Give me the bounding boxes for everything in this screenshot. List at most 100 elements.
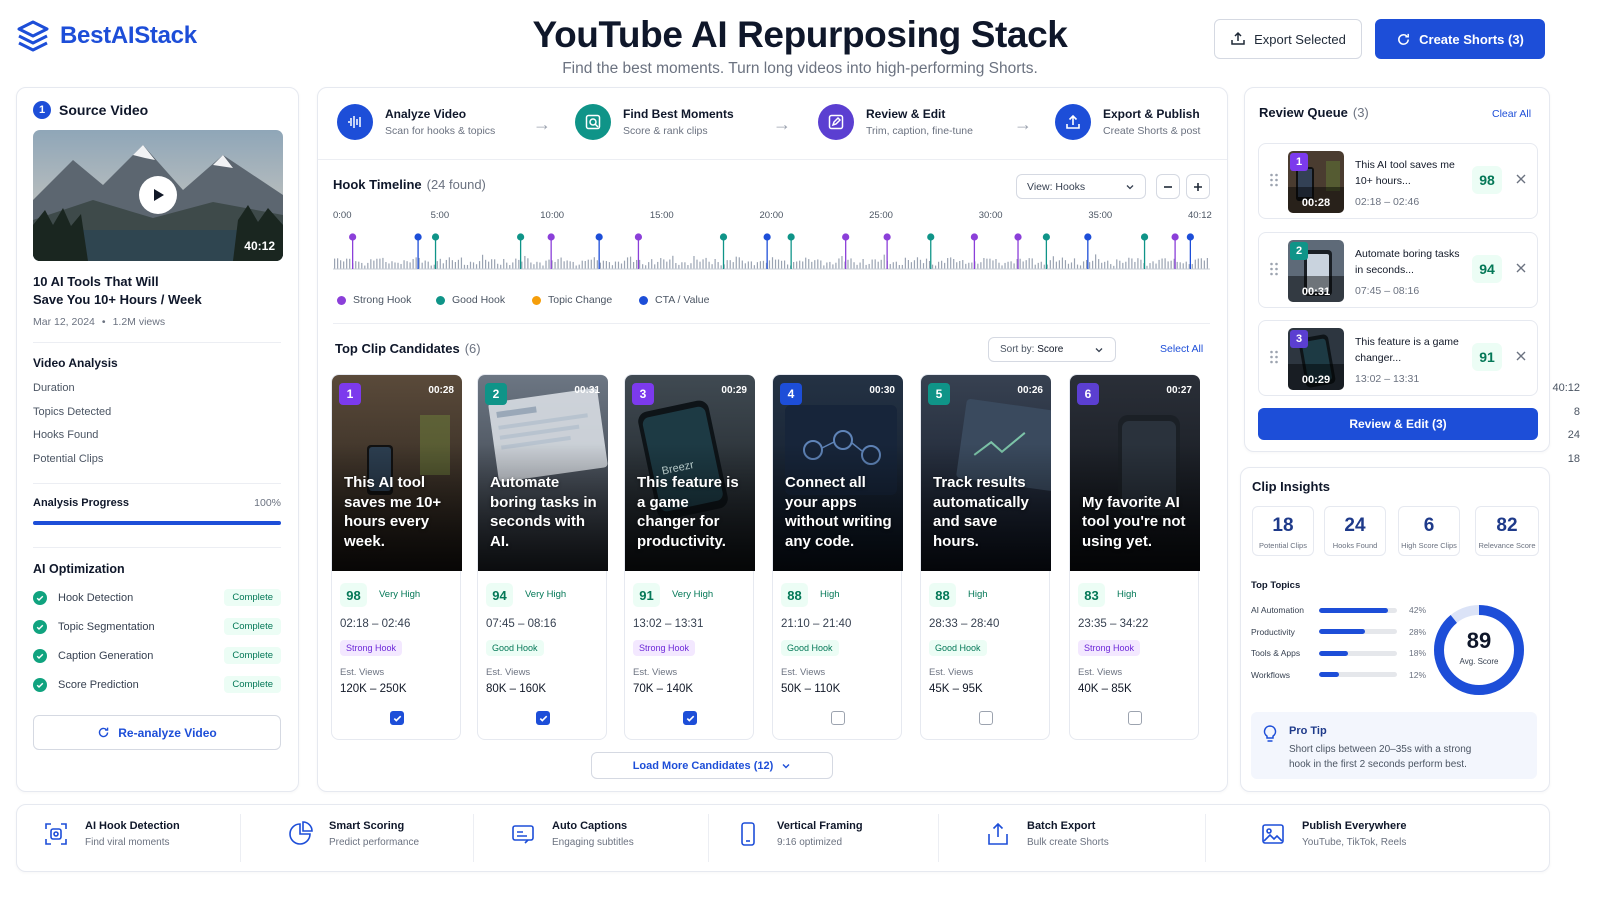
hook-marker[interactable] <box>1171 233 1179 241</box>
avg-score-value: 89 <box>1466 628 1492 653</box>
hook-marker[interactable] <box>1186 233 1194 241</box>
hook-marker[interactable] <box>595 233 603 241</box>
clip-card[interactable]: 1 00:28 This AI tool saves me 10+ hours ev… <box>331 374 462 740</box>
hook-timeline[interactable] <box>333 226 1210 272</box>
hook-marker[interactable] <box>970 233 978 241</box>
hook-marker[interactable] <box>414 233 422 241</box>
hook-marker[interactable] <box>1084 233 1092 241</box>
hook-marker[interactable] <box>719 233 728 241</box>
clip-select-checkbox[interactable] <box>1128 711 1142 725</box>
hook-marker[interactable] <box>1014 233 1022 241</box>
optimization-label: Hook Detection <box>58 591 134 604</box>
check-circle-icon <box>33 648 47 663</box>
drag-handle-icon[interactable] <box>1269 262 1279 281</box>
clip-thumbnail[interactable]: 2 00:31 Automate boring tasks in seconds w… <box>478 375 608 571</box>
divider <box>333 323 1210 324</box>
timeline-tick-label: 0:00 <box>333 210 352 221</box>
view-select[interactable]: View: Hooks <box>1016 174 1146 199</box>
export-selected-button[interactable]: Export Selected <box>1214 19 1362 59</box>
hook-marker[interactable] <box>927 233 935 241</box>
hook-marker[interactable] <box>1140 233 1149 241</box>
feature-title: AI Hook Detection <box>85 820 180 832</box>
hook-marker[interactable] <box>349 233 357 241</box>
hook-marker[interactable] <box>517 233 525 241</box>
hook-marker[interactable] <box>431 233 440 241</box>
queue-duration: 00:29 <box>1301 374 1331 386</box>
waveform-bar <box>953 259 955 269</box>
clip-card[interactable]: 6 00:27 My favorite AI tool you're not usi… <box>1069 374 1200 740</box>
waveform-bar <box>1073 258 1076 269</box>
waveform-bar <box>358 261 360 269</box>
load-more-button[interactable]: Load More Candidates (12) <box>591 752 833 779</box>
hook-marker[interactable] <box>634 233 643 241</box>
clip-thumbnail[interactable]: Breezr300:29This feature is a game chang… <box>625 375 755 571</box>
waveform-bar <box>1194 259 1196 269</box>
hook-marker[interactable] <box>1042 233 1050 241</box>
queue-item[interactable]: 1 00:28 This AI tool saves me 10+ hours...… <box>1258 143 1538 219</box>
clip-card[interactable]: Breezr300:29This feature is a game chang… <box>624 374 755 740</box>
clip-score: 88 <box>781 583 808 607</box>
pipeline-step-text: Export & Publish Create Shorts & post <box>1103 107 1200 137</box>
waveform-bar <box>472 262 475 269</box>
clip-select-checkbox[interactable] <box>831 711 845 725</box>
optimization-row: Score Prediction Complete <box>33 676 281 693</box>
queue-item[interactable]: 3 00:29 This feature is a game changer... 1… <box>1258 320 1538 396</box>
reanalyze-button[interactable]: Re-analyze Video <box>33 715 281 750</box>
waveform-bar <box>1161 258 1163 269</box>
clip-select-checkbox[interactable] <box>683 711 697 725</box>
hook-marker[interactable] <box>763 233 771 241</box>
clip-select-checkbox[interactable] <box>979 711 993 725</box>
clip-card[interactable]: 5 00:26 Track results automatically and sa… <box>920 374 1051 740</box>
hook-marker[interactable] <box>787 233 795 241</box>
close-icon[interactable] <box>1516 260 1526 276</box>
hook-marker[interactable] <box>842 233 850 241</box>
close-icon[interactable] <box>1516 171 1526 187</box>
clear-all-link[interactable]: Clear All <box>1492 108 1531 120</box>
waveform-bar <box>666 261 668 269</box>
clip-card[interactable]: 2 00:31 Automate boring tasks in seconds w… <box>477 374 608 740</box>
create-shorts-button[interactable]: Create Shorts (3) <box>1375 19 1545 59</box>
waveform-bar <box>614 261 617 269</box>
zoom-out-button[interactable] <box>1156 174 1180 199</box>
pipeline-step[interactable]: Export & Publish Create Shorts & post <box>1055 104 1200 140</box>
drag-handle-icon[interactable] <box>1269 173 1279 192</box>
pipeline-step-title: Find Best Moments <box>623 107 734 121</box>
waveform-bar <box>539 262 541 269</box>
pipeline-step[interactable]: Analyze Video Scan for hooks & topics <box>337 104 495 140</box>
sort-select[interactable]: Sort by: Score <box>988 337 1116 362</box>
pipeline-step[interactable]: Review & Edit Trim, caption, fine-tune <box>818 104 973 140</box>
close-icon[interactable] <box>1516 348 1526 364</box>
clip-select-checkbox[interactable] <box>536 711 550 725</box>
upload-icon <box>1055 104 1091 140</box>
waveform-bar <box>895 261 897 269</box>
hook-marker[interactable] <box>883 233 891 241</box>
clip-select-checkbox[interactable] <box>390 711 404 725</box>
waveform-bar <box>690 263 692 269</box>
clip-thumbnail[interactable]: 5 00:26 Track results automatically and sa… <box>921 375 1051 571</box>
waveform-bar <box>693 256 695 269</box>
review-edit-button[interactable]: Review & Edit (3) <box>1258 408 1538 440</box>
waveform-bar <box>515 258 517 269</box>
refresh-icon <box>97 726 110 739</box>
clip-time-range: 28:33 – 28:40 <box>929 618 1000 630</box>
waveform-bar <box>729 260 731 269</box>
clip-thumbnail[interactable]: 4 00:30 Connect all your apps without writ… <box>773 375 903 571</box>
video-thumbnail[interactable]: 40:12 <box>33 130 283 261</box>
clip-thumbnail[interactable]: 6 00:27 My favorite AI tool you're not usi… <box>1070 375 1200 571</box>
drag-handle-icon[interactable] <box>1269 350 1279 369</box>
hook-marker[interactable] <box>547 233 555 241</box>
clip-card[interactable]: 4 00:30 Connect all your apps without writ… <box>772 374 903 740</box>
waveform-bar <box>506 262 508 269</box>
clip-thumbnail[interactable]: 1 00:28 This AI tool saves me 10+ hours ev… <box>332 375 462 571</box>
clip-score: 94 <box>486 583 513 607</box>
waveform-bar <box>874 259 876 269</box>
waveform-bar <box>1107 260 1109 269</box>
select-all-link[interactable]: Select All <box>1160 343 1203 355</box>
play-button[interactable] <box>139 176 177 214</box>
waveform-bar <box>756 262 758 269</box>
waveform-bar <box>1022 261 1024 269</box>
queue-item[interactable]: 2 00:31 Automate boring tasks in seconds..… <box>1258 232 1538 308</box>
zoom-in-button[interactable] <box>1186 174 1210 199</box>
pipeline-step[interactable]: Find Best Moments Score & rank clips <box>575 104 734 140</box>
waveform-bar <box>862 259 864 269</box>
